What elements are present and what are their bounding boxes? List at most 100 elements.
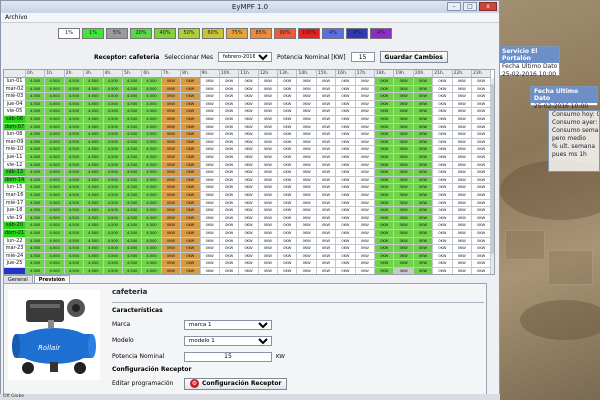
hour-cell[interactable]: 4.500: [142, 192, 162, 200]
hour-cell[interactable]: 0KW: [355, 230, 376, 238]
hour-cell[interactable]: 0KW: [452, 176, 472, 185]
hour-cell[interactable]: 4.500: [64, 222, 85, 230]
hour-cell[interactable]: 0KW: [278, 214, 298, 223]
hour-cell[interactable]: 4.500: [142, 222, 162, 230]
hour-cell[interactable]: 0KW: [239, 237, 259, 246]
hour-cell[interactable]: 4.500: [122, 161, 143, 170]
hour-cell[interactable]: 0KW: [181, 131, 201, 139]
hour-cell[interactable]: 0KW: [471, 184, 492, 192]
hour-cell[interactable]: 4.500: [84, 207, 104, 215]
hour-cell[interactable]: 4.500: [45, 108, 65, 116]
hour-cell[interactable]: 0KW: [181, 123, 201, 132]
hour-cell[interactable]: 0KW: [452, 146, 472, 154]
hour-cell[interactable]: 0KW: [278, 192, 298, 200]
hour-cell[interactable]: 0KW: [200, 161, 220, 170]
hour-cell[interactable]: 0KW: [336, 237, 356, 246]
hour-cell[interactable]: 0KW: [219, 116, 240, 124]
hour-cell[interactable]: 4.500: [26, 93, 46, 101]
hour-cell[interactable]: 4.500: [103, 237, 123, 246]
hour-cell[interactable]: 4.500: [122, 93, 143, 101]
hour-cell[interactable]: 0KW: [336, 138, 356, 147]
hour-cell[interactable]: 0KW: [433, 108, 453, 116]
hour-cell[interactable]: 0KW: [394, 123, 414, 132]
hour-cell[interactable]: 0KW: [336, 116, 356, 124]
hour-cell[interactable]: 0KW: [161, 78, 182, 86]
hour-cell[interactable]: 4.500: [142, 176, 162, 185]
hour-cell[interactable]: 4.500: [64, 161, 85, 170]
hour-cell[interactable]: 0KW: [278, 85, 298, 94]
hour-cell[interactable]: 4.500: [64, 78, 85, 86]
hour-cell[interactable]: 0KW: [433, 214, 453, 223]
hour-cell[interactable]: 0KW: [297, 85, 317, 94]
hour-cell[interactable]: 4.500: [142, 184, 162, 192]
hour-cell[interactable]: 4.500: [103, 192, 123, 200]
hour-cell[interactable]: 0KW: [413, 230, 434, 238]
hour-cell[interactable]: 4.500: [122, 108, 143, 116]
day-label[interactable]: lun-01: [4, 78, 26, 86]
hour-cell[interactable]: 0KW: [355, 260, 376, 268]
hour-cell[interactable]: 0KW: [181, 237, 201, 246]
hour-cell[interactable]: 0KW: [471, 252, 492, 261]
hour-cell[interactable]: 0KW: [161, 207, 182, 215]
hour-cell[interactable]: 0KW: [219, 93, 240, 101]
day-label[interactable]: dom-07: [4, 123, 26, 132]
hour-cell[interactable]: 0KW: [433, 100, 453, 109]
hour-cell[interactable]: 0KW: [355, 123, 376, 132]
hour-cell[interactable]: 0KW: [239, 116, 259, 124]
hour-cell[interactable]: 0KW: [471, 85, 492, 94]
hour-cell[interactable]: 0KW: [433, 252, 453, 261]
hour-cell[interactable]: 0KW: [258, 131, 279, 139]
hour-cell[interactable]: 0KW: [394, 268, 414, 274]
hour-cell[interactable]: 0KW: [161, 131, 182, 139]
hour-cell[interactable]: 4.500: [64, 199, 85, 208]
hour-cell[interactable]: 0KW: [471, 222, 492, 230]
hour-cell[interactable]: 0KW: [413, 123, 434, 132]
hour-cell[interactable]: 0KW: [394, 245, 414, 253]
hour-cell[interactable]: 0KW: [161, 108, 182, 116]
hour-cell[interactable]: 4.500: [64, 100, 85, 109]
hour-cell[interactable]: 4.500: [103, 252, 123, 261]
hour-cell[interactable]: 4.500: [45, 100, 65, 109]
hour-cell[interactable]: 4.500: [64, 207, 85, 215]
hour-cell[interactable]: 0KW: [219, 260, 240, 268]
hour-cell[interactable]: 0KW: [219, 85, 240, 94]
hour-cell[interactable]: 0KW: [219, 184, 240, 192]
potencia-input[interactable]: [350, 52, 375, 62]
hour-cell[interactable]: 4.500: [45, 138, 65, 147]
hour-cell[interactable]: 0KW: [278, 199, 298, 208]
hour-cell[interactable]: 0KW: [219, 214, 240, 223]
hour-cell[interactable]: 0KW: [200, 245, 220, 253]
hour-cell[interactable]: 0KW: [200, 207, 220, 215]
hour-cell[interactable]: 4.500: [84, 237, 104, 246]
hour-cell[interactable]: 4.500: [64, 268, 85, 274]
hour-cell[interactable]: 4.500: [64, 169, 85, 177]
hour-cell[interactable]: 4.500: [103, 154, 123, 162]
hour-cell[interactable]: 0KW: [355, 252, 376, 261]
hour-cell[interactable]: 0KW: [394, 207, 414, 215]
hour-cell[interactable]: 0KW: [394, 222, 414, 230]
hour-cell[interactable]: 4.500: [45, 222, 65, 230]
hour-cell[interactable]: 4.500: [84, 146, 104, 154]
hour-cell[interactable]: 0KW: [336, 161, 356, 170]
hour-cell[interactable]: 4.500: [45, 161, 65, 170]
hour-cell[interactable]: 4.500: [26, 131, 46, 139]
hour-cell[interactable]: 4.500: [84, 245, 104, 253]
hour-cell[interactable]: 0KW: [181, 176, 201, 185]
hour-cell[interactable]: 4.500: [142, 108, 162, 116]
hour-cell[interactable]: 0KW: [433, 85, 453, 94]
hour-cell[interactable]: 0KW: [394, 161, 414, 170]
hour-cell[interactable]: 0KW: [161, 214, 182, 223]
hour-cell[interactable]: 4.500: [26, 214, 46, 223]
hour-cell[interactable]: 0KW: [297, 161, 317, 170]
hour-cell[interactable]: 0KW: [433, 237, 453, 246]
hour-cell[interactable]: 0KW: [433, 146, 453, 154]
hour-cell[interactable]: 0KW: [239, 154, 259, 162]
hour-cell[interactable]: 0KW: [375, 252, 395, 261]
hour-cell[interactable]: 0KW: [394, 78, 414, 86]
hour-cell[interactable]: 0KW: [413, 108, 434, 116]
hour-cell[interactable]: 0KW: [239, 161, 259, 170]
hour-cell[interactable]: 0KW: [413, 252, 434, 261]
hour-cell[interactable]: 0KW: [258, 268, 279, 274]
hour-cell[interactable]: 0KW: [297, 184, 317, 192]
hour-cell[interactable]: 4.500: [45, 85, 65, 94]
